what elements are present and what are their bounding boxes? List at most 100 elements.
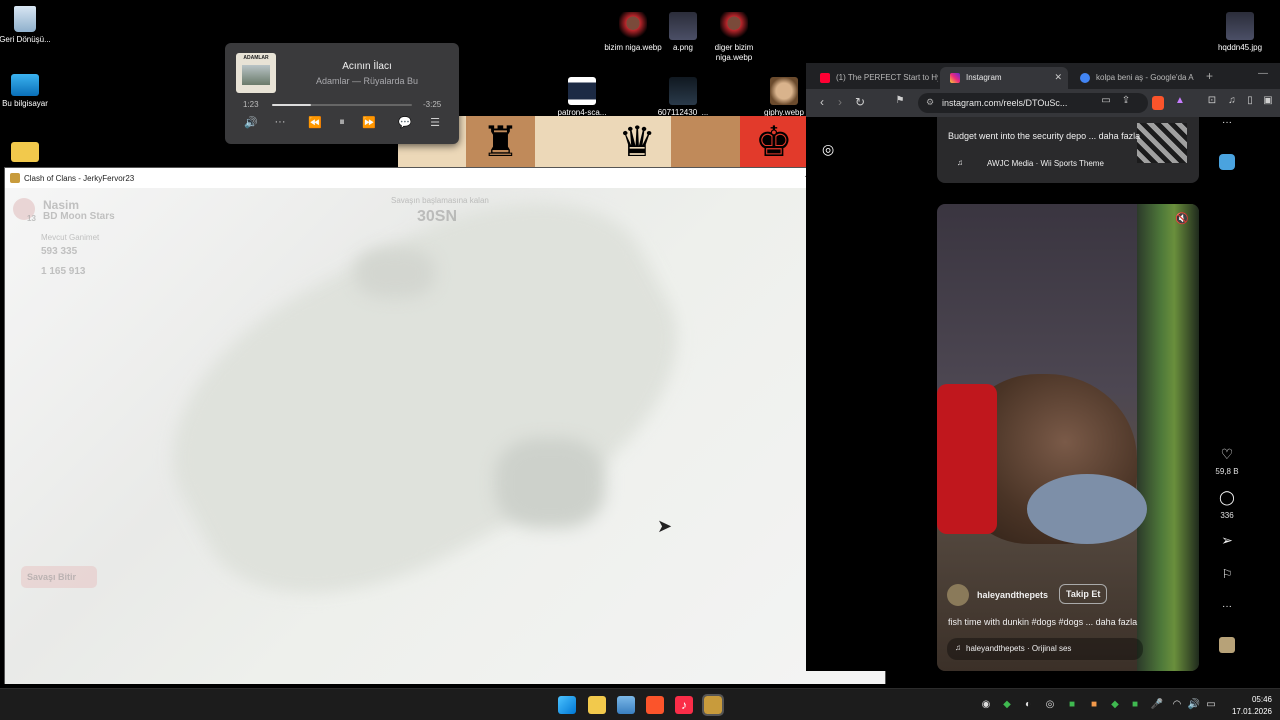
progress-bar[interactable] bbox=[272, 104, 412, 106]
lyrics-icon[interactable]: 💬 bbox=[395, 116, 415, 129]
tray-app-icon[interactable]: ◐ bbox=[1021, 699, 1035, 710]
more-options-icon[interactable]: ··· bbox=[1215, 601, 1239, 612]
windows-start-icon[interactable] bbox=[558, 696, 576, 714]
desktop-icon-recycle-bin[interactable]: Geri Dönüşü... bbox=[0, 6, 60, 45]
sidebar-icon[interactable]: ▯ bbox=[1242, 95, 1258, 106]
battery-icon[interactable]: ▭ bbox=[1204, 699, 1218, 710]
reel-audio[interactable]: AWJC Media · Wii Sports Theme bbox=[987, 159, 1104, 168]
progress-fill bbox=[272, 104, 312, 106]
tray-app-icon[interactable]: ■ bbox=[1128, 699, 1142, 710]
music-app-icon[interactable]: ♪ bbox=[675, 696, 693, 714]
volume-icon[interactable]: 🔊 bbox=[241, 116, 261, 129]
desktop-icon-this-pc[interactable]: Bu bilgisayar bbox=[0, 74, 60, 109]
tray-app-icon[interactable]: ◆ bbox=[1108, 699, 1122, 710]
player-name: Nasim bbox=[43, 198, 80, 212]
reel-card-current[interactable]: 🔇 haleyandthepets Takip Et fish time wit… bbox=[937, 204, 1199, 671]
instagram-logo-icon[interactable]: ◎ bbox=[822, 141, 834, 158]
save-icon[interactable]: ⚐ bbox=[1215, 567, 1239, 581]
loot-label: Mevcut Ganimet bbox=[41, 233, 100, 242]
tab-instagram[interactable]: Instagram ✕ bbox=[940, 67, 1068, 89]
game-window[interactable]: Clash of Clans - JerkyFervor23 — ☐ ✕ 13 … bbox=[4, 167, 886, 684]
url-text: instagram.com/reels/DTOuSc... bbox=[942, 98, 1068, 108]
browser-toolbar: ‹ › ↻ ⚑ ⚙ instagram.com/reels/DTOuSc... … bbox=[806, 89, 1280, 117]
image-thumbnail bbox=[568, 77, 596, 105]
desktop-icon-file[interactable]: hqddn45.jpg bbox=[1205, 12, 1275, 53]
queen-icon: ♛ bbox=[602, 116, 672, 168]
pause-icon[interactable]: ⏸ bbox=[332, 116, 352, 129]
wifi-icon[interactable]: ◠ bbox=[1170, 699, 1184, 710]
window-titlebar[interactable]: Clash of Clans - JerkyFervor23 — ☐ ✕ bbox=[5, 168, 885, 188]
tab-google[interactable]: kolpa beni aş - Google'da A bbox=[1070, 67, 1202, 89]
media-icon[interactable]: ♫ bbox=[1224, 95, 1240, 106]
reel-username[interactable]: haleyandthepets bbox=[977, 590, 1048, 600]
aquarium-glass bbox=[1137, 204, 1199, 671]
close-tab-icon[interactable]: ✕ bbox=[1054, 72, 1062, 83]
reel-audio[interactable]: haleyandthepets · Orijinal ses bbox=[966, 644, 1071, 653]
image-thumbnail bbox=[669, 77, 697, 105]
volume-icon[interactable]: 🔊 bbox=[1187, 699, 1201, 710]
follow-button[interactable]: Takip Et bbox=[1059, 584, 1108, 604]
share-icon[interactable]: ⇪ bbox=[1118, 95, 1134, 106]
desktop-icon-label: Bu bilgisayar bbox=[2, 99, 48, 108]
desktop-icon-label: hqddn45.jpg bbox=[1217, 43, 1263, 52]
tray-app-icon[interactable]: ◎ bbox=[1043, 699, 1057, 710]
mute-icon[interactable]: 🔇 bbox=[1175, 212, 1189, 225]
chess-square bbox=[534, 116, 603, 168]
reel-card-previous[interactable]: Budget went into the security depo ... d… bbox=[937, 117, 1199, 183]
reload-icon[interactable]: ↻ bbox=[852, 95, 868, 109]
bookmark-icon[interactable]: ⚑ bbox=[892, 95, 908, 106]
nvidia-icon[interactable]: ◆ bbox=[1000, 699, 1014, 710]
youtube-icon bbox=[820, 73, 830, 83]
tray-app-icon[interactable]: ■ bbox=[1065, 699, 1079, 710]
more-options-icon[interactable]: ··· bbox=[1215, 117, 1239, 128]
taskbar-clock[interactable]: 05:46 17.01.2026 bbox=[1232, 694, 1272, 718]
cast-icon[interactable]: ▭ bbox=[1098, 95, 1114, 106]
track-title: Acının İlacı bbox=[342, 61, 392, 72]
queue-icon[interactable]: ☰ bbox=[425, 116, 445, 129]
window-title: Clash of Clans - JerkyFervor23 bbox=[24, 174, 135, 183]
forward-icon[interactable]: › bbox=[832, 95, 848, 109]
previous-icon[interactable]: ⏪ bbox=[305, 116, 325, 129]
back-icon[interactable]: ‹ bbox=[814, 95, 830, 109]
site-info-icon[interactable]: ⚙ bbox=[926, 97, 934, 108]
tab-youtube[interactable]: (1) The PERFECT Start to Hy bbox=[810, 67, 938, 89]
like-icon[interactable]: ♡ bbox=[1215, 446, 1239, 463]
browser-window[interactable]: (1) The PERFECT Start to Hy Instagram ✕ … bbox=[806, 63, 1280, 671]
tray-app-icon[interactable]: ■ bbox=[1087, 699, 1101, 710]
new-tab-button[interactable]: + bbox=[1206, 69, 1213, 83]
screenshot-icon[interactable]: ⊡ bbox=[1204, 95, 1220, 106]
more-icon[interactable]: ··· bbox=[270, 116, 290, 128]
tray-app-icon[interactable]: ◉ bbox=[979, 699, 993, 710]
remaining-time: -3:25 bbox=[423, 100, 442, 109]
brave-rewards-icon[interactable]: ▲ bbox=[1172, 95, 1188, 106]
comment-count: 336 bbox=[1220, 511, 1234, 520]
reel-caption[interactable]: Budget went into the security depo ... d… bbox=[948, 131, 1140, 141]
base-name: BD Moon Stars bbox=[43, 211, 115, 222]
next-icon[interactable]: ⏩ bbox=[359, 116, 379, 129]
folder-icon bbox=[11, 142, 39, 162]
desktop-icon-file[interactable]: diger bizim niga.webp bbox=[699, 12, 769, 63]
end-battle-button[interactable]: Savaşı Bitir bbox=[21, 566, 97, 588]
desktop-icon-file[interactable]: patron4-sca... bbox=[547, 77, 617, 118]
wallet-icon[interactable]: ▣ bbox=[1260, 95, 1276, 106]
comment-icon[interactable]: ◯ bbox=[1215, 489, 1239, 506]
image-thumbnail bbox=[619, 12, 647, 40]
timer-value: 30SN bbox=[417, 208, 458, 225]
music-mini-player[interactable]: ADAMLAR Acının İlacı Adamlar — Rüyalarda… bbox=[225, 43, 459, 144]
brave-shield-icon[interactable] bbox=[1152, 96, 1164, 110]
desktop-icon-folder[interactable] bbox=[0, 142, 60, 165]
audio-thumbnail[interactable] bbox=[1219, 154, 1235, 170]
reel-caption[interactable]: fish time with dunkin #dogs #dogs ... da… bbox=[948, 617, 1137, 627]
brave-icon[interactable] bbox=[646, 696, 664, 714]
clash-of-clans-icon[interactable] bbox=[702, 694, 724, 716]
file-explorer-icon[interactable] bbox=[588, 696, 606, 714]
window-minimize-button[interactable]: — bbox=[1258, 68, 1268, 79]
photos-icon[interactable] bbox=[617, 696, 635, 714]
audio-thumbnail[interactable] bbox=[1219, 637, 1235, 653]
microphone-icon[interactable]: 🎤 bbox=[1150, 699, 1164, 710]
clash-of-clans-icon bbox=[10, 173, 20, 183]
avatar[interactable] bbox=[947, 584, 969, 606]
game-canvas[interactable]: 13 Nasim BD Moon Stars Mevcut Ganimet 59… bbox=[5, 188, 885, 684]
desktop-icon-file[interactable]: 607112430_... bbox=[648, 77, 718, 118]
send-icon[interactable]: ➢ bbox=[1215, 532, 1239, 549]
